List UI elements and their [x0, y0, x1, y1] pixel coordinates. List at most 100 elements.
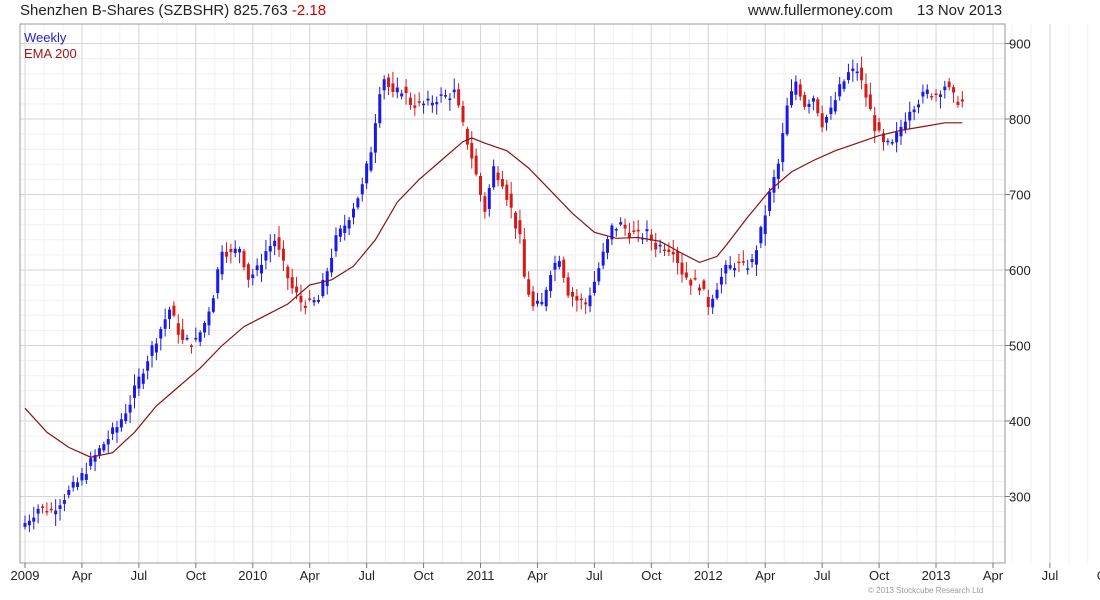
candle-up — [360, 184, 364, 195]
candle-up — [448, 98, 452, 101]
candle-up — [216, 269, 220, 294]
candle-down — [527, 279, 531, 295]
candle-down — [623, 224, 627, 229]
candle-up — [115, 427, 119, 433]
candle-up — [137, 376, 141, 389]
candle-up — [838, 84, 842, 97]
candle-up — [535, 300, 539, 304]
x-tick-label: Oct — [186, 568, 207, 583]
candle-up — [159, 329, 163, 339]
y-tick-label: 800 — [1009, 112, 1031, 127]
candle-up — [601, 251, 605, 266]
candle-up — [917, 104, 921, 108]
plot-frame — [19, 23, 1006, 564]
candle-down — [246, 264, 250, 280]
candle-up — [886, 140, 890, 143]
x-tick-label: Jul — [1042, 568, 1059, 583]
candle-down — [684, 272, 688, 278]
candle-up — [133, 385, 136, 398]
candle-down — [408, 97, 412, 105]
candle-up — [343, 225, 347, 234]
candle-up — [203, 322, 207, 333]
candle-down — [531, 291, 535, 307]
candle-up — [58, 505, 62, 509]
candle-up — [899, 126, 903, 137]
candle-up — [111, 427, 115, 434]
candle-up — [124, 413, 128, 422]
x-tick-label: Apr — [755, 568, 776, 583]
candle-up — [785, 105, 789, 135]
candle-down — [632, 230, 636, 232]
candle-up — [746, 268, 750, 270]
candle-up — [487, 188, 491, 209]
x-tick-label: Oct — [641, 568, 662, 583]
candle-down — [299, 295, 303, 303]
candle-up — [264, 251, 268, 261]
candle-up — [430, 102, 434, 106]
candle-down — [947, 81, 951, 88]
x-tick-label: Jul — [586, 568, 603, 583]
candle-down — [413, 105, 417, 108]
candle-up — [553, 262, 557, 270]
candle-up — [89, 458, 93, 466]
candle-up — [67, 490, 71, 495]
x-tick-label: Oct — [869, 568, 890, 583]
candle-down — [864, 84, 868, 98]
candle-up — [369, 152, 373, 171]
x-tick-label: Apr — [72, 568, 93, 583]
candle-down — [229, 248, 233, 253]
candle-up — [614, 229, 618, 231]
candle-up — [711, 298, 715, 308]
candle-up — [106, 439, 110, 445]
candle-down — [737, 261, 741, 264]
candle-up — [382, 79, 386, 91]
candle-down — [172, 305, 176, 316]
candle-down — [934, 93, 938, 95]
candle-down — [636, 229, 640, 232]
candle-down — [41, 506, 45, 508]
candle-up — [619, 222, 623, 225]
candle-up — [23, 523, 27, 527]
candle-up — [851, 68, 855, 72]
candle-up — [338, 228, 342, 237]
candle-up — [754, 250, 758, 265]
candle-down — [584, 302, 588, 305]
candle-up — [728, 265, 732, 269]
x-tick-label: 2011 — [467, 568, 495, 583]
candle-up — [890, 142, 894, 144]
candle-down — [470, 143, 474, 159]
candle-down — [816, 99, 820, 114]
candle-up — [908, 111, 912, 121]
x-tick-label: 2013 — [922, 568, 951, 583]
candle-up — [943, 86, 947, 91]
x-tick-label: Jul — [131, 568, 148, 583]
candle-down — [518, 220, 522, 235]
candle-up — [724, 264, 728, 274]
candle-up — [220, 251, 224, 275]
candle-up — [54, 510, 58, 515]
candle-up — [544, 289, 548, 307]
candle-down — [290, 277, 294, 289]
candle-up — [27, 520, 31, 526]
x-tick-label: Apr — [983, 568, 1004, 583]
candle-up — [211, 298, 215, 312]
copyright-notice: © 2013 Stockcube Research Ltd — [868, 586, 984, 595]
y-tick-label: 900 — [1009, 37, 1031, 52]
candle-up — [365, 163, 369, 184]
y-tick-label: 300 — [1009, 490, 1031, 505]
candle-up — [452, 89, 456, 93]
candle-down — [277, 237, 281, 250]
candle-down — [579, 298, 583, 301]
x-tick-label: Oct — [413, 568, 434, 583]
candle-down — [181, 329, 185, 340]
candle-up — [733, 268, 737, 271]
candle-down — [509, 193, 513, 208]
candle-up — [492, 166, 496, 188]
candle-down — [562, 259, 566, 278]
y-tick-label: 700 — [1009, 188, 1031, 203]
candle-up — [194, 337, 198, 340]
x-tick-label: Jul — [814, 568, 831, 583]
candle-down — [803, 94, 807, 107]
candle-up — [807, 103, 811, 107]
candle-up — [759, 227, 763, 244]
